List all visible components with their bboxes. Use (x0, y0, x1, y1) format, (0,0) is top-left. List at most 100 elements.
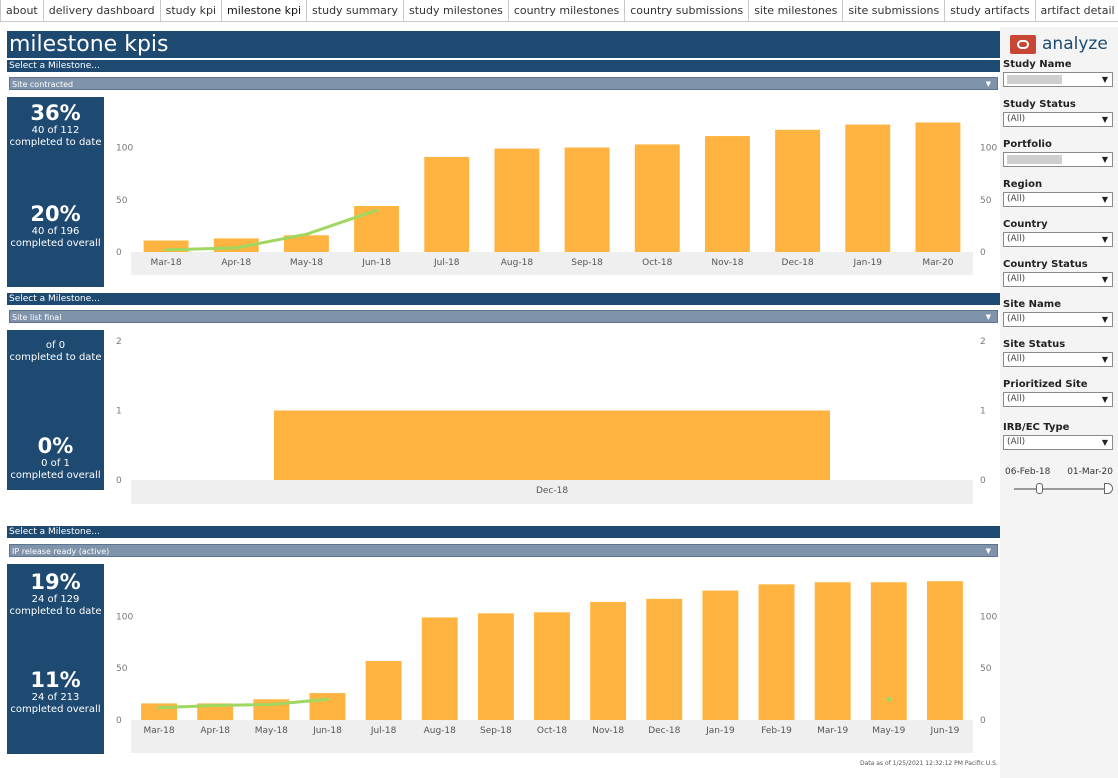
y-tick-label-right: 0 (980, 716, 986, 726)
filter-dropdown[interactable]: ▼ (1003, 152, 1113, 167)
bar (634, 144, 680, 252)
tab-milestone-kpi[interactable]: milestone kpi (222, 0, 308, 21)
tab-site-submissions[interactable]: site submissions (843, 0, 946, 21)
filter-label: Prioritized Site (1003, 379, 1088, 390)
y-tick-label: 1 (116, 407, 122, 417)
x-axis-band (131, 252, 973, 275)
date-range-end: 01-Mar-20 (1067, 467, 1113, 477)
filter-site-status: Site Status (All) ▼ (1003, 338, 1115, 367)
tab-site-milestones[interactable]: site milestones (749, 0, 844, 21)
y-tick-label-right: 0 (980, 476, 986, 486)
bar (494, 148, 540, 252)
dropdown-arrow-icon: ▼ (1101, 75, 1108, 84)
filter-label: IRB/EC Type (1003, 422, 1070, 433)
dropdown-arrow-icon: ▼ (1101, 115, 1108, 124)
kpi-todate-count: 40 of 112 (31, 125, 80, 136)
x-tick-label: Jun-19 (930, 726, 960, 736)
filter-label: Country Status (1003, 259, 1088, 270)
x-tick-label: Sep-18 (571, 258, 603, 268)
bar (704, 136, 750, 252)
x-tick-label: Jun-18 (361, 258, 391, 268)
kpi-panel-3: 19% 24 of 129 completed to date 11% 24 o… (7, 564, 104, 754)
trend-point (886, 696, 892, 702)
milestone-chart-3: 0 0 50 50 100 100 Mar-18 Apr-18 May-18 Jun-18 Jul-… (104, 564, 1000, 754)
bar (702, 590, 739, 720)
x-tick-label: Nov-18 (592, 726, 624, 736)
filter-dropdown[interactable]: (All) ▼ (1003, 312, 1113, 327)
x-tick-label: Dec-18 (648, 726, 680, 736)
filter-dropdown[interactable]: (All) ▼ (1003, 232, 1113, 247)
filter-value: (All) (1007, 354, 1026, 364)
kpi-todate-count: 24 of 129 (31, 594, 80, 605)
y-tick-label-right: 50 (980, 664, 992, 674)
kpi-overall-count: 40 of 196 (31, 226, 80, 237)
filter-country-status: Country Status (All) ▼ (1003, 258, 1115, 287)
date-range-slider[interactable] (1014, 483, 1113, 494)
filter-label: Site Status (1003, 339, 1066, 350)
kpi-overall-count: 24 of 213 (31, 692, 80, 703)
filter-value: (All) (1007, 314, 1026, 324)
y-tick-label-right: 100 (980, 612, 997, 622)
dropdown-arrow-icon: ▼ (985, 80, 991, 88)
filter-dropdown[interactable]: (All) ▼ (1003, 272, 1113, 287)
filter-region: Region (All) ▼ (1003, 178, 1115, 207)
bar (758, 584, 795, 720)
milestone-select-value-1: Site contracted (12, 80, 74, 89)
x-tick-label: Oct-18 (642, 258, 673, 268)
x-tick-label: May-18 (290, 258, 323, 268)
y-tick-label: 2 (116, 337, 122, 347)
tab-study-milestones[interactable]: study milestones (404, 0, 509, 21)
page-header: milestone kpis (7, 31, 1000, 58)
filter-label: Site Name (1003, 299, 1061, 310)
tab-delivery-dashboard[interactable]: delivery dashboard (44, 0, 161, 21)
dropdown-arrow-icon: ▼ (1101, 395, 1108, 404)
kpi-overall-pct: 0% (37, 434, 74, 458)
chart-svg: 0 0 1 1 2 2 Dec-18 (116, 337, 986, 504)
kpi-todate-pct: 19% (30, 570, 81, 594)
filter-portfolio: Portfolio ▼ (1003, 138, 1115, 167)
slider-start-handle[interactable] (1036, 483, 1043, 494)
x-tick-label: Jul-18 (433, 258, 460, 268)
x-tick-label: Nov-18 (711, 258, 743, 268)
filter-value: (All) (1007, 437, 1026, 447)
tab-study-summary[interactable]: study summary (307, 0, 404, 21)
x-tick-label: Mar-20 (922, 258, 953, 268)
redacted-value (1007, 155, 1062, 164)
y-tick-label-right: 2 (980, 337, 986, 347)
milestone-select-2[interactable]: Site list final ▼ (9, 310, 998, 323)
tab-country-submissions[interactable]: country submissions (625, 0, 750, 21)
filter-site-name: Site Name (All) ▼ (1003, 298, 1115, 327)
filter-dropdown[interactable]: (All) ▼ (1003, 392, 1113, 407)
y-tick-label: 0 (116, 716, 122, 726)
bar (274, 410, 830, 480)
milestone-select-3[interactable]: IP release ready (active) ▼ (9, 544, 998, 557)
filter-label: Study Status (1003, 99, 1076, 110)
date-range: 06-Feb-18 01-Mar-20 (1005, 467, 1117, 477)
kpi-overall-text: completed overall (10, 238, 101, 249)
kpi-todate-count: of 0 (45, 340, 66, 351)
x-tick-label: Sep-18 (480, 726, 512, 736)
milestone-select-label-3: Select a Milestone... (7, 526, 1000, 538)
filter-dropdown[interactable]: ▼ (1003, 72, 1113, 87)
tab-artifact-detail[interactable]: artifact detail (1036, 0, 1118, 21)
filter-dropdown[interactable]: (All) ▼ (1003, 192, 1113, 207)
milestone-select-value-2: Site list final (12, 313, 62, 322)
tab-study-artifacts[interactable]: study artifacts (945, 0, 1036, 21)
filter-dropdown[interactable]: (All) ▼ (1003, 435, 1113, 450)
tab-country-milestones[interactable]: country milestones (509, 0, 626, 21)
filter-dropdown[interactable]: (All) ▼ (1003, 352, 1113, 367)
tab-about[interactable]: about (1, 0, 44, 21)
dropdown-arrow-icon: ▼ (1101, 438, 1108, 447)
kpi-overall-pct: 11% (30, 668, 81, 692)
milestone-select-1[interactable]: Site contracted ▼ (9, 77, 998, 90)
filter-value: (All) (1007, 394, 1026, 404)
bar (534, 612, 570, 720)
bar (421, 617, 458, 720)
filter-label: Study Name (1003, 59, 1072, 70)
x-tick-label: Jun-18 (312, 726, 342, 736)
filter-irb-ec-type: IRB/EC Type (All) ▼ (1003, 421, 1115, 450)
tab-study-kpi[interactable]: study kpi (161, 0, 223, 21)
dropdown-arrow-icon: ▼ (1101, 155, 1108, 164)
kpi-overall-text: completed overall (10, 470, 101, 481)
filter-dropdown[interactable]: (All) ▼ (1003, 112, 1113, 127)
